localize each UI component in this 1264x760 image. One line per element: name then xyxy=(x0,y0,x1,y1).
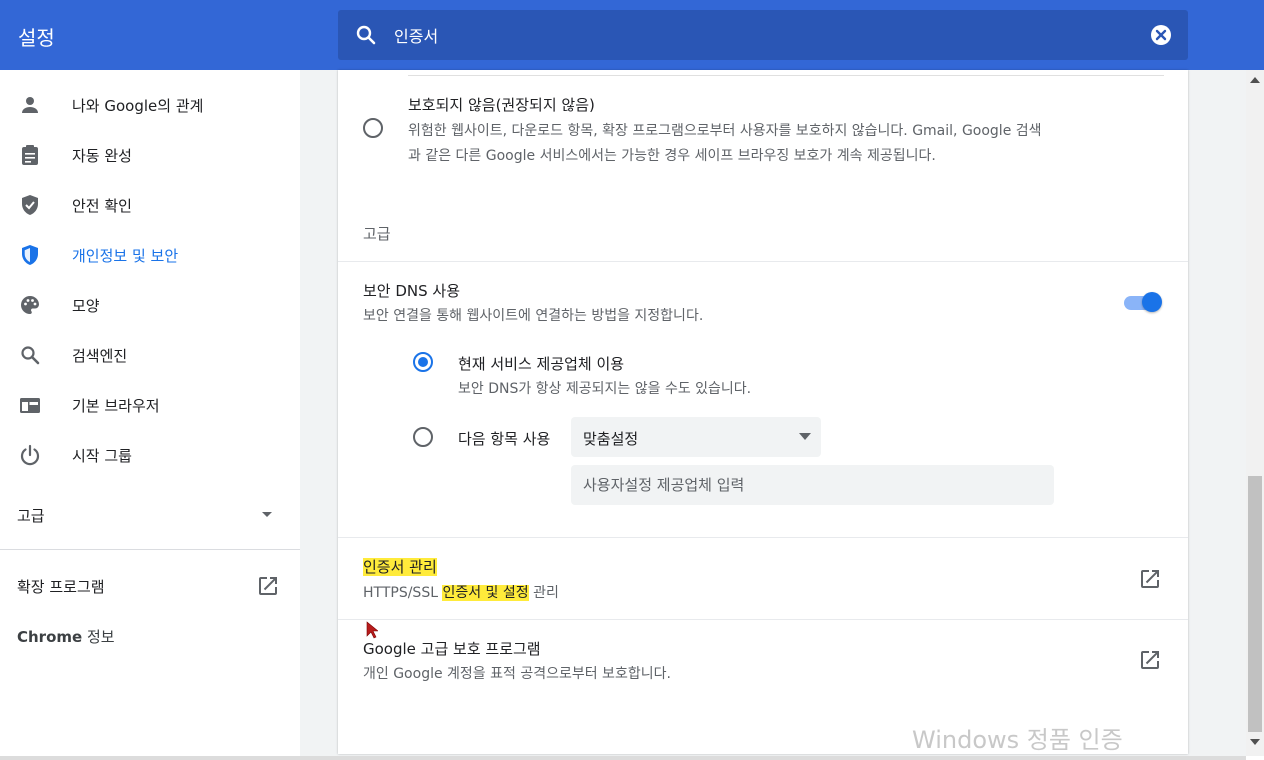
current-provider-title: 현재 서비스 제공업체 이용 xyxy=(458,355,625,373)
sidebar-item-you-and-google[interactable]: 나와 Google의 관계 xyxy=(0,85,300,125)
current-provider-desc: 보안 DNS가 항상 제공되지는 않을 수도 있습니다. xyxy=(458,381,752,397)
sidebar-divider xyxy=(0,549,300,550)
about-label: 정보 xyxy=(82,628,115,646)
manage-certificates-title[interactable]: 인증서 관리 xyxy=(363,556,437,577)
secure-dns-desc: 보안 연결을 통해 웹사이트에 연결하는 방법을 지정합니다. xyxy=(363,308,704,324)
no-protection-desc-line1: 위험한 웹사이트, 다운로드 항목, 확장 프로그램으로부터 사용자를 보호하지… xyxy=(408,123,1042,139)
sidebar-item-label: 모양 xyxy=(72,296,100,315)
horizontal-scrollbar[interactable] xyxy=(0,756,1246,760)
secure-dns-title: 보안 DNS 사용 xyxy=(363,282,461,300)
custom-provider-select-value: 맞춤설정 xyxy=(583,430,639,448)
clipboard-icon xyxy=(22,145,38,165)
radio-no-protection[interactable] xyxy=(363,118,383,138)
custom-provider-select[interactable]: 맞춤설정 xyxy=(571,417,821,457)
open-in-new-icon[interactable] xyxy=(1138,567,1162,591)
sidebar-item-on-startup[interactable]: 시작 그룹 xyxy=(0,435,300,475)
palette-icon xyxy=(21,296,39,314)
dropdown-arrow-icon xyxy=(799,433,811,440)
radio-current-provider[interactable] xyxy=(413,352,433,372)
no-protection-desc-line2: 과 같은 다른 Google 서비스에서는 가능한 경우 세이프 브라우징 보호… xyxy=(408,148,936,164)
search-input[interactable] xyxy=(394,10,1114,60)
row-separator xyxy=(338,261,1188,262)
sidebar-advanced-label: 고급 xyxy=(17,507,45,525)
privacy-settings-card: 보호되지 않음(권장되지 않음) 위험한 웹사이트, 다운로드 항목, 확장 프… xyxy=(338,70,1188,754)
search-highlight: 인증서 및 설정 xyxy=(442,585,529,601)
sidebar: 나와 Google의 관계 자동 완성 안전 확인 개인정보 및 보안 모양 검… xyxy=(0,70,300,760)
sidebar-item-default-browser[interactable]: 기본 브라우저 xyxy=(0,385,300,425)
search-highlight: 인증서 관리 xyxy=(363,558,437,576)
advanced-protection-desc: 개인 Google 계정을 표적 공격으로부터 보호합니다. xyxy=(363,666,671,682)
row-separator xyxy=(338,619,1188,620)
sidebar-item-label: 검색엔진 xyxy=(72,346,128,365)
sidebar-item-label: 기본 브라우저 xyxy=(72,396,160,415)
sidebar-item-search-engine[interactable]: 검색엔진 xyxy=(0,335,300,375)
settings-search-box[interactable] xyxy=(338,10,1188,60)
shield-icon xyxy=(22,245,38,265)
advanced-protection-title[interactable]: Google 고급 보호 프로그램 xyxy=(363,638,541,659)
sidebar-item-autofill[interactable]: 자동 완성 xyxy=(0,135,300,175)
caret-down-icon xyxy=(262,512,272,517)
manage-certificates-desc: HTTPS/SSL 인증서 및 설정 관리 xyxy=(363,582,559,602)
sidebar-item-label: 안전 확인 xyxy=(72,196,132,215)
mouse-cursor-icon xyxy=(366,621,378,639)
search-icon xyxy=(21,346,40,365)
card-separator xyxy=(408,75,1164,76)
cert-desc-prefix: HTTPS/SSL xyxy=(363,585,443,601)
sidebar-item-safety-check[interactable]: 안전 확인 xyxy=(0,185,300,225)
about-brand: Chrome xyxy=(17,628,83,646)
search-icon xyxy=(356,25,376,45)
clear-search-icon[interactable] xyxy=(1150,24,1172,46)
shield-check-icon xyxy=(22,195,38,215)
advanced-heading: 고급 xyxy=(363,225,391,243)
sidebar-item-appearance[interactable]: 모양 xyxy=(0,285,300,325)
scroll-down-icon[interactable] xyxy=(1250,738,1260,746)
no-protection-title: 보호되지 않음(권장되지 않음) xyxy=(408,96,595,114)
scrollbar-thumb[interactable] xyxy=(1248,476,1262,732)
cert-desc-suffix: 관리 xyxy=(528,585,559,601)
open-in-new-icon xyxy=(259,577,277,595)
windows-activation-watermark: Windows 정품 인증 xyxy=(912,726,1123,754)
sidebar-advanced-toggle[interactable]: 고급 xyxy=(0,494,300,534)
sidebar-item-label: 시작 그룹 xyxy=(72,446,132,465)
sidebar-extensions-label: 확장 프로그램 xyxy=(17,578,105,596)
app-title: 설정 xyxy=(18,26,55,50)
custom-provider-label: 다음 항목 사용 xyxy=(458,430,551,448)
sidebar-extensions-link[interactable]: 확장 프로그램 xyxy=(0,568,300,604)
power-icon xyxy=(20,444,40,466)
secure-dns-toggle-knob[interactable] xyxy=(1142,292,1162,312)
sidebar-item-label: 자동 완성 xyxy=(72,146,132,165)
sidebar-about-chrome[interactable]: Chrome 정보 xyxy=(17,626,115,647)
top-bar: 설정 xyxy=(0,0,1264,70)
browser-icon xyxy=(20,398,40,413)
scroll-up-icon[interactable] xyxy=(1250,76,1260,84)
row-separator xyxy=(338,537,1188,538)
sidebar-item-label: 개인정보 및 보안 xyxy=(72,246,179,265)
open-in-new-icon[interactable] xyxy=(1138,648,1162,672)
radio-custom-provider[interactable] xyxy=(413,427,433,447)
sidebar-item-label: 나와 Google의 관계 xyxy=(72,96,204,115)
sidebar-item-privacy-security[interactable]: 개인정보 및 보안 xyxy=(0,235,300,275)
vertical-scrollbar[interactable] xyxy=(1246,70,1264,756)
custom-provider-input[interactable] xyxy=(571,465,1054,505)
person-icon xyxy=(22,97,38,113)
